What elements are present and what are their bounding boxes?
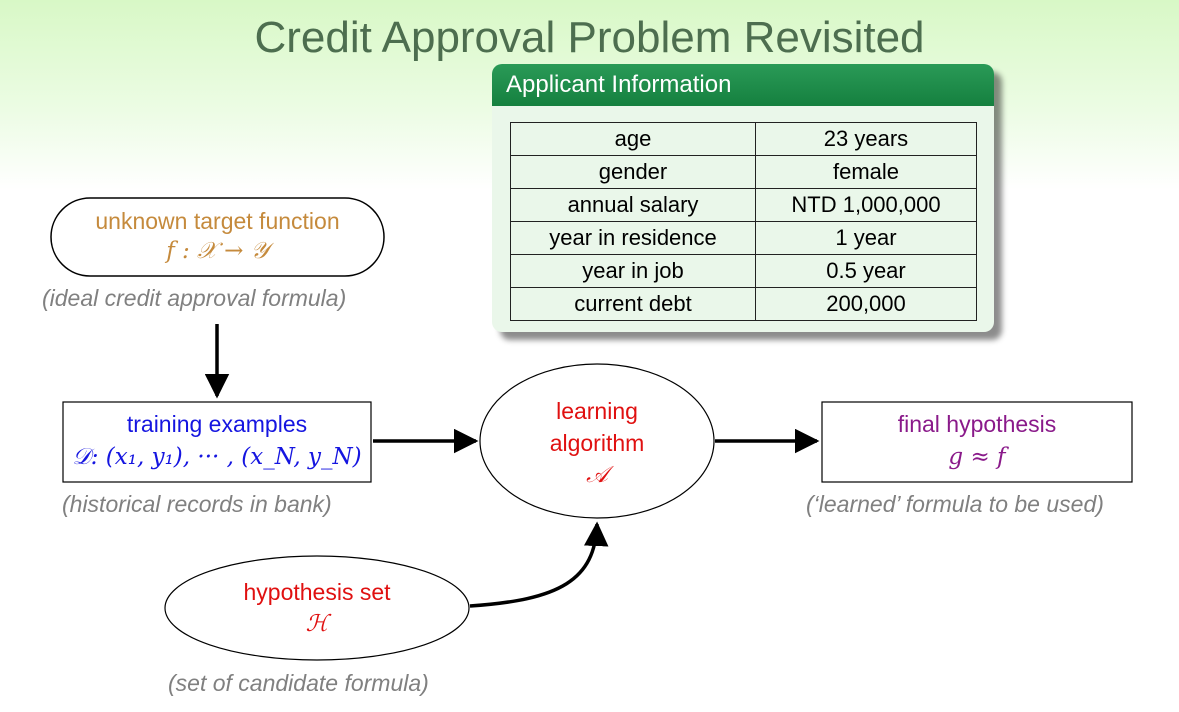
learning-algorithm-label-1: learning bbox=[556, 398, 638, 424]
target-function-formula: f : 𝒳 → 𝒴 bbox=[166, 238, 269, 264]
training-examples-formula: 𝒟: (x₁, y₁), ··· , (x_N, y_N) bbox=[72, 444, 362, 470]
training-examples-label: training examples bbox=[126, 411, 308, 437]
learning-algorithm-label-2: algorithm bbox=[549, 430, 645, 456]
hypothesis-set-ellipse bbox=[164, 555, 470, 661]
arrow-hypothesis-set-to-algorithm bbox=[469, 521, 609, 608]
target-function-note: (ideal credit approval formula) bbox=[42, 285, 347, 311]
hypothesis-set-label: hypothesis set bbox=[243, 579, 391, 605]
final-hypothesis-label: final hypothesis bbox=[897, 411, 1057, 437]
final-hypothesis-formula: g ≈ f bbox=[948, 444, 1006, 470]
training-examples-note: (historical records in bank) bbox=[62, 491, 332, 517]
hypothesis-set-note: (set of candidate formula) bbox=[168, 670, 429, 696]
target-function-label: unknown target function bbox=[95, 208, 340, 234]
hypothesis-set-symbol: ℋ bbox=[305, 611, 329, 637]
learning-algorithm-symbol: 𝒜 bbox=[586, 462, 608, 488]
final-hypothesis-note: (‘learned’ formula to be used) bbox=[806, 491, 1104, 517]
